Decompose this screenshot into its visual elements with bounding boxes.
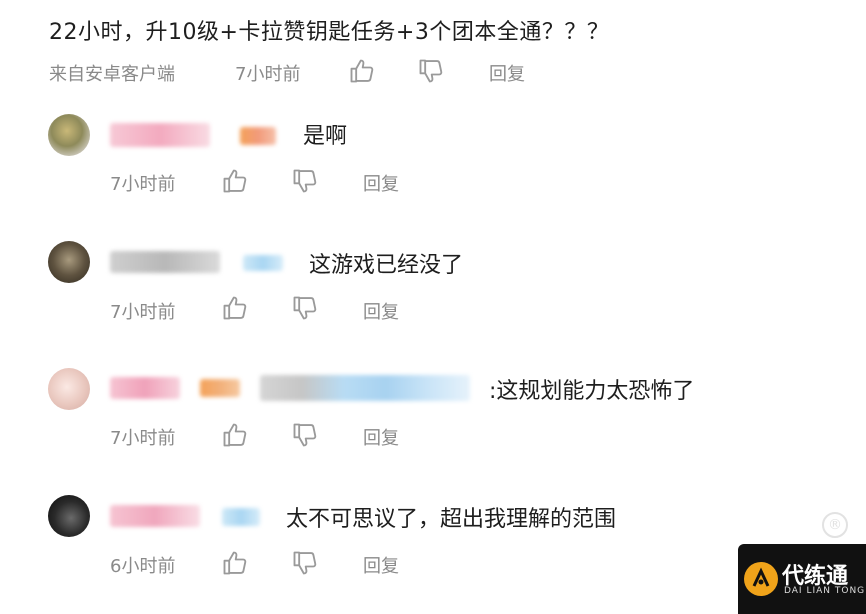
post-reply-button[interactable]: 回复: [489, 60, 525, 86]
thumbs-down-icon[interactable]: [291, 294, 319, 322]
reply-button[interactable]: 回复: [363, 424, 399, 450]
user-badge-blurred: [222, 508, 260, 526]
avatar[interactable]: [48, 241, 90, 283]
registered-mark-icon: ®: [822, 512, 848, 538]
avatar[interactable]: [48, 114, 90, 156]
comment-text: 太不可思议了，超出我理解的范围: [286, 507, 617, 532]
thumbs-up-icon[interactable]: [221, 167, 249, 195]
brand-subtitle: DAI LIAN TONG: [784, 586, 866, 596]
avatar[interactable]: [48, 368, 90, 410]
thumbs-down-icon[interactable]: [291, 421, 319, 449]
user-badge-blurred: [240, 127, 276, 145]
brand-logo-icon: [744, 562, 778, 596]
thumbs-up-icon[interactable]: [221, 421, 249, 449]
thumbs-down-icon[interactable]: [291, 549, 319, 577]
post-time: 7小时前: [235, 64, 301, 85]
user-badge-blurred: [243, 255, 283, 271]
quoted-user-blurred: [260, 375, 470, 401]
thumbs-up-icon[interactable]: [221, 549, 249, 577]
thumbs-up-icon[interactable]: [348, 57, 376, 85]
thumbs-down-icon[interactable]: [291, 167, 319, 195]
username-blurred[interactable]: [110, 251, 220, 273]
thumbs-up-icon[interactable]: [221, 294, 249, 322]
comment-time: 6小时前: [110, 556, 176, 577]
thumbs-down-icon[interactable]: [417, 57, 445, 85]
comment-text: 是啊: [303, 124, 348, 149]
reply-button[interactable]: 回复: [363, 170, 399, 196]
reply-button[interactable]: 回复: [363, 298, 399, 324]
comment-time: 7小时前: [110, 302, 176, 323]
post-text: 22小时，升10级+卡拉赞钥匙任务+3个团本全通？？？: [49, 20, 610, 45]
username-blurred[interactable]: [110, 123, 210, 147]
comment-time: 7小时前: [110, 428, 176, 449]
comment-text: 这游戏已经没了: [309, 253, 464, 278]
comment-text: :这规划能力太恐怖了: [489, 379, 695, 404]
avatar[interactable]: [48, 495, 90, 537]
username-blurred[interactable]: [110, 377, 180, 399]
username-blurred[interactable]: [110, 505, 200, 527]
comment-time: 7小时前: [110, 174, 176, 195]
post-source: 来自安卓客户端: [49, 64, 175, 85]
reply-button[interactable]: 回复: [363, 552, 399, 578]
user-badge-blurred: [200, 379, 240, 397]
